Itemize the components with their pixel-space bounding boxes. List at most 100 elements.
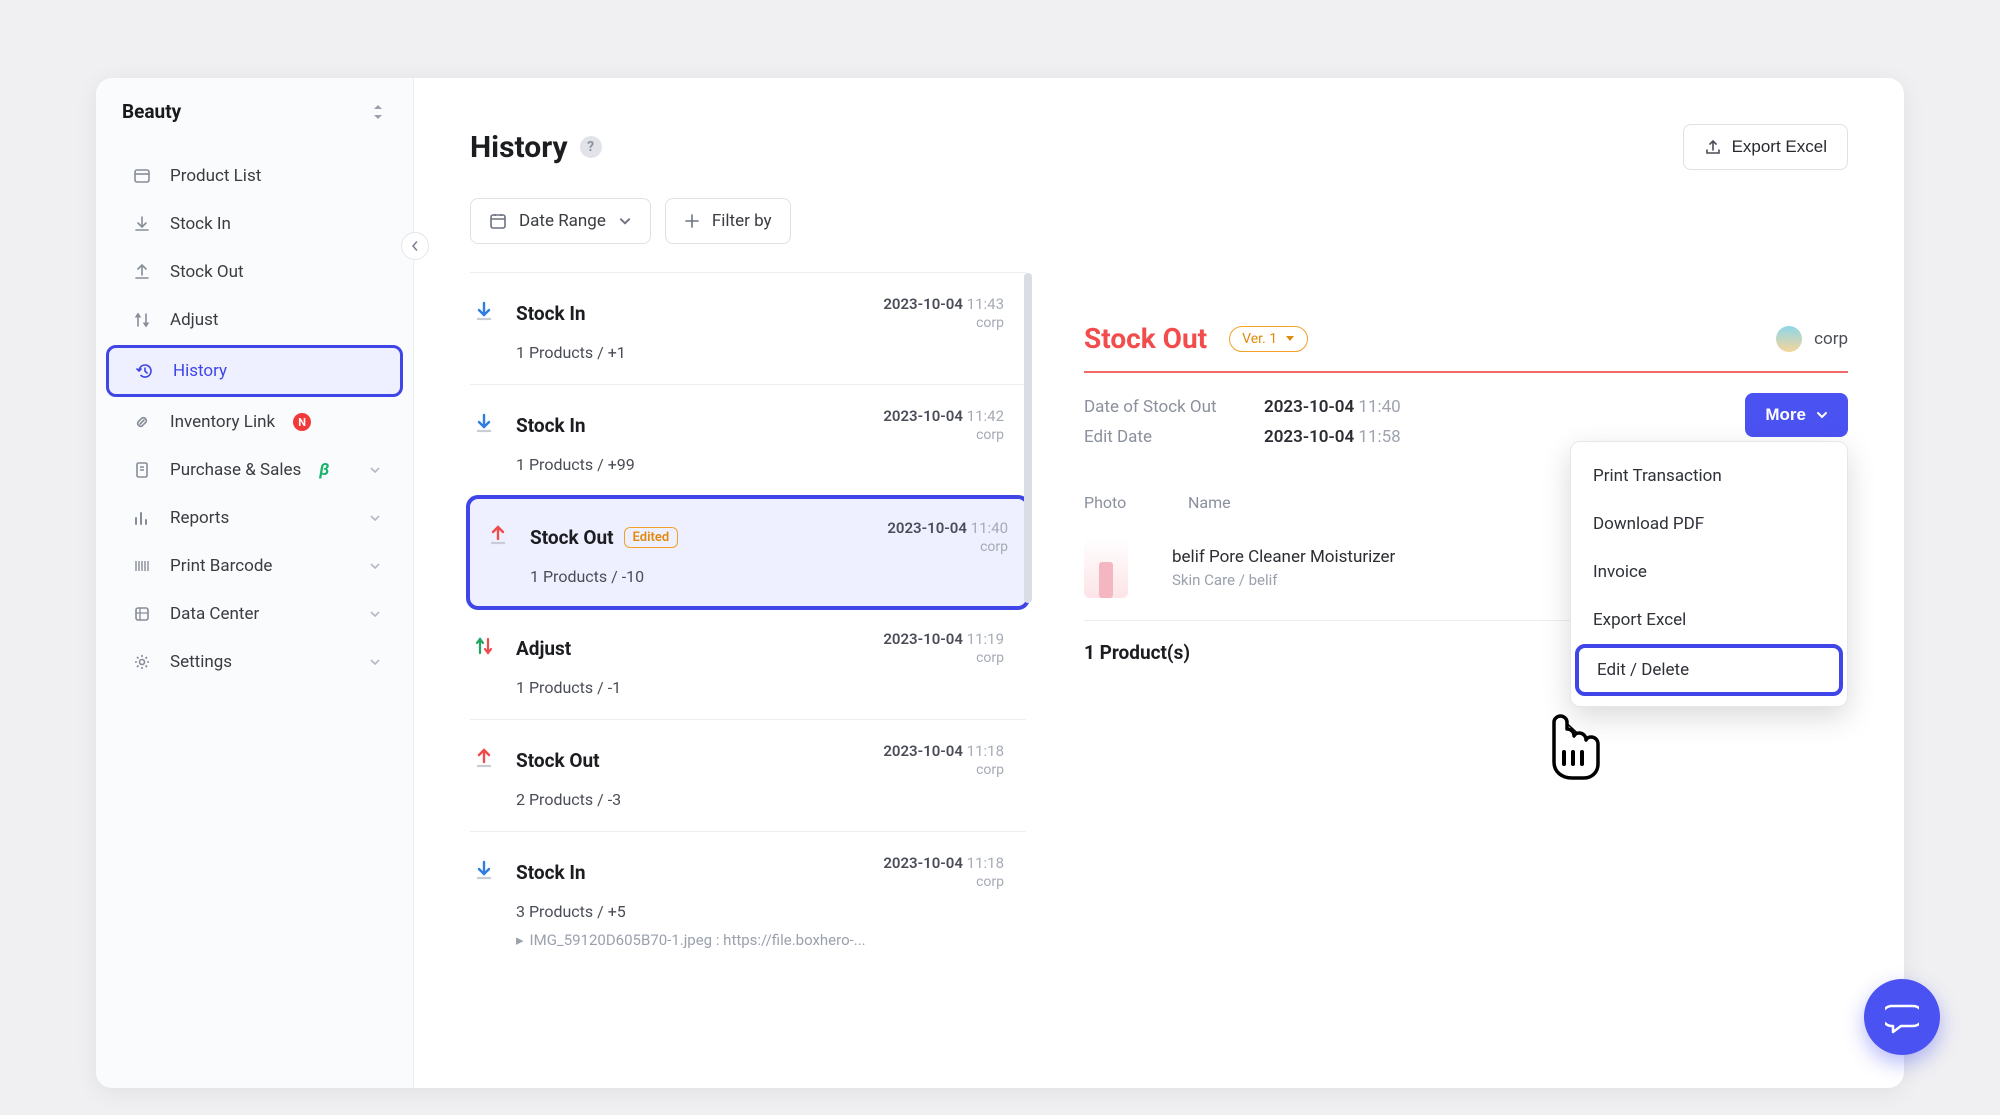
chevron-down-icon: [369, 656, 381, 668]
export-icon: [1704, 138, 1722, 156]
history-item-sub: 1 Products / +99: [516, 455, 1004, 474]
history-item[interactable]: Stock In 2023-10-04 11:42 corp 1 Product…: [470, 385, 1026, 497]
sidebar-nav: Product List Stock In Stock Out Adjust H…: [96, 141, 413, 687]
adjust-icon: [470, 632, 498, 660]
history-item-selected[interactable]: Stock Out Edited 2023-10-04 11:40 corp 1…: [466, 495, 1030, 610]
history-item[interactable]: Stock Out 2023-10-04 11:18 corp 2 Produc…: [470, 720, 1026, 832]
more-button[interactable]: More: [1745, 393, 1848, 437]
page-header: History ? Export Excel: [470, 124, 1848, 170]
sidebar-item-reports[interactable]: Reports: [106, 495, 403, 541]
date-range-filter[interactable]: Date Range: [470, 198, 651, 244]
product-name: belif Pore Cleaner Moisturizer: [1172, 547, 1395, 567]
help-icon[interactable]: ?: [580, 136, 602, 158]
chevron-down-icon: [618, 214, 632, 228]
history-item-sub: 2 Products / -3: [516, 790, 1004, 809]
sidebar-item-stock-in[interactable]: Stock In: [106, 201, 403, 247]
history-item-type: Adjust: [516, 637, 571, 660]
sidebar-item-data-center[interactable]: Data Center: [106, 591, 403, 637]
stock-out-icon: [470, 744, 498, 772]
sidebar-item-label: Inventory Link: [170, 412, 275, 432]
dropdown-download-pdf[interactable]: Download PDF: [1571, 500, 1847, 548]
dropdown-print-transaction[interactable]: Print Transaction: [1571, 452, 1847, 500]
history-item[interactable]: Stock In 2023-10-04 11:18 corp 3 Product…: [470, 832, 1026, 971]
main-content: History ? Export Excel Date Range Filter…: [414, 78, 1904, 1088]
export-excel-button[interactable]: Export Excel: [1683, 124, 1848, 170]
content-split: Stock In 2023-10-04 11:43 corp 1 Product…: [470, 272, 1848, 971]
filters-row: Date Range Filter by: [470, 198, 1848, 244]
detail-title: Stock Out: [1084, 322, 1207, 355]
history-item-date: 2023-10-04: [883, 854, 963, 872]
history-item-type: Stock In: [516, 414, 586, 437]
history-item-type: Stock In: [516, 861, 586, 884]
history-item[interactable]: Stock In 2023-10-04 11:43 corp 1 Product…: [470, 273, 1026, 385]
sidebar-item-purchase-sales[interactable]: Purchase & Sales β: [106, 447, 403, 493]
meta-label-edit: Edit Date: [1084, 427, 1234, 447]
date-range-label: Date Range: [519, 211, 606, 231]
history-item-date: 2023-10-04: [883, 630, 963, 648]
chart-icon: [132, 508, 152, 528]
dropdown-invoice[interactable]: Invoice: [1571, 548, 1847, 596]
history-item-time: 11:18: [967, 854, 1004, 872]
product-category: Skin Care / belif: [1172, 571, 1395, 589]
meta-edit-time: 11:58: [1358, 427, 1400, 447]
version-selector[interactable]: Ver. 1: [1229, 326, 1308, 352]
chevron-down-icon: [369, 512, 381, 524]
stock-in-icon: [470, 856, 498, 884]
meta-edit-date: 2023-10-04: [1264, 427, 1354, 447]
workspace-header: Beauty: [96, 100, 413, 141]
stock-in-icon: [470, 409, 498, 437]
sidebar-item-print-barcode[interactable]: Print Barcode: [106, 543, 403, 589]
help-fab[interactable]: [1864, 979, 1940, 1055]
product-photo: [1084, 538, 1128, 598]
avatar: [1776, 326, 1802, 352]
box-icon: [132, 166, 152, 186]
database-icon: [132, 604, 152, 624]
filter-by-button[interactable]: Filter by: [665, 198, 791, 244]
history-icon: [135, 361, 155, 381]
workspace-switcher-icon[interactable]: [369, 103, 387, 121]
sidebar-item-adjust[interactable]: Adjust: [106, 297, 403, 343]
history-item-date: 2023-10-04: [883, 407, 963, 425]
sidebar-item-product-list[interactable]: Product List: [106, 153, 403, 199]
chevron-down-icon: [369, 560, 381, 572]
th-name: Name: [1188, 493, 1231, 512]
history-item-user: corp: [883, 315, 1004, 331]
history-item[interactable]: Adjust 2023-10-04 11:19 corp 1 Products …: [470, 608, 1026, 720]
app-window: Beauty Product List Stock In Stock Out A…: [96, 78, 1904, 1088]
history-item-date: 2023-10-04: [887, 519, 967, 537]
sidebar-item-history[interactable]: History: [106, 345, 403, 397]
collapse-sidebar-button[interactable]: [401, 232, 429, 260]
stock-in-icon: [470, 297, 498, 325]
dropdown-edit-delete[interactable]: Edit / Delete: [1575, 644, 1843, 696]
history-item-attachment: ▸IMG_59120D605B70-1.jpeg : https://file.…: [516, 931, 1004, 949]
meta-date-of-date: 2023-10-04: [1264, 397, 1354, 417]
scrollbar[interactable]: [1024, 273, 1032, 603]
sidebar-item-stock-out[interactable]: Stock Out: [106, 249, 403, 295]
history-item-user: corp: [887, 539, 1008, 555]
history-item-user: corp: [883, 650, 1004, 666]
detail-user-name: corp: [1814, 329, 1848, 349]
filter-by-label: Filter by: [712, 211, 772, 231]
calendar-icon: [489, 212, 507, 230]
history-item-type: Stock In: [516, 302, 586, 325]
chevron-down-icon: [369, 608, 381, 620]
export-excel-label: Export Excel: [1732, 137, 1827, 157]
history-item-sub: 1 Products / -10: [530, 567, 1008, 586]
edited-badge: Edited: [624, 527, 679, 548]
history-item-user: corp: [883, 762, 1004, 778]
sidebar-item-label: Product List: [170, 166, 261, 186]
history-item-user: corp: [883, 874, 1004, 890]
history-item-sub: 1 Products / +1: [516, 343, 1004, 362]
meta-label-date-of: Date of Stock Out: [1084, 397, 1234, 417]
history-item-type: Stock Out Edited: [530, 526, 678, 549]
stock-out-icon: [484, 521, 512, 549]
document-icon: [132, 460, 152, 480]
more-dropdown: Print Transaction Download PDF Invoice E…: [1570, 441, 1848, 707]
history-item-time: 11:42: [967, 407, 1004, 425]
adjust-icon: [132, 310, 152, 330]
sidebar-item-label: Data Center: [170, 604, 259, 624]
sidebar-item-inventory-link[interactable]: Inventory Link N: [106, 399, 403, 445]
dropdown-export-excel[interactable]: Export Excel: [1571, 596, 1847, 644]
gear-icon: [132, 652, 152, 672]
sidebar-item-settings[interactable]: Settings: [106, 639, 403, 685]
